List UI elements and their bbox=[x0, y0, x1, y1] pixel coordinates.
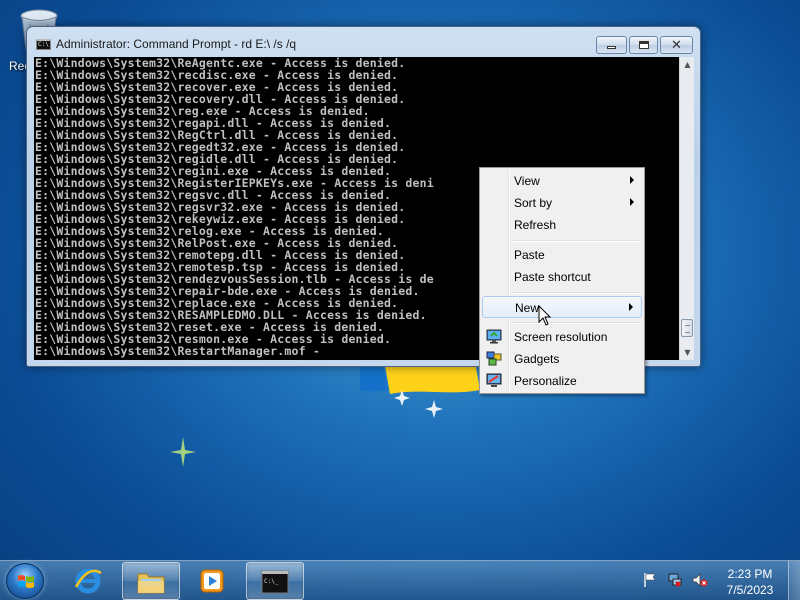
menu-item-label: Refresh bbox=[514, 218, 557, 232]
menu-item-label: Screen resolution bbox=[514, 330, 608, 344]
menu-item-label: Sort by bbox=[514, 196, 553, 210]
close-icon: ✕ bbox=[671, 37, 682, 53]
window-title: Administrator: Command Prompt - rd E:\ /… bbox=[56, 37, 297, 51]
menu-item-label: View bbox=[514, 174, 540, 188]
minimize-button[interactable] bbox=[596, 36, 627, 54]
window-titlebar[interactable]: C:\ Administrator: Command Prompt - rd E… bbox=[27, 27, 700, 57]
maximize-icon bbox=[638, 41, 649, 49]
screen-resolution-icon bbox=[486, 329, 502, 344]
start-button[interactable] bbox=[6, 563, 44, 599]
mouse-pointer-icon bbox=[538, 305, 552, 326]
menu-item-label: Personalize bbox=[514, 374, 577, 388]
taskbar-media-player[interactable] bbox=[184, 562, 242, 600]
maximize-button[interactable] bbox=[629, 36, 658, 54]
menu-item-new[interactable]: New bbox=[482, 296, 642, 318]
scrollbar-thumb[interactable] bbox=[681, 319, 693, 337]
clock-date: 7/5/2023 bbox=[726, 583, 774, 597]
sparkle-icon bbox=[170, 437, 196, 467]
menu-item-label: New bbox=[515, 301, 540, 315]
close-button[interactable]: ✕ bbox=[660, 36, 693, 54]
menu-separator bbox=[511, 240, 641, 242]
menu-item-screen-resolution[interactable]: Screen resolution bbox=[482, 326, 642, 348]
gadgets-icon bbox=[486, 351, 502, 366]
command-prompt-icon: C:\_ bbox=[261, 570, 289, 594]
media-player-icon bbox=[200, 569, 224, 593]
taskbar-windows-explorer[interactable] bbox=[122, 562, 180, 600]
menu-item-label: Paste bbox=[514, 248, 545, 262]
menu-item-gadgets[interactable]: Gadgets bbox=[482, 348, 642, 370]
menu-item-paste-shortcut[interactable]: Paste shortcut bbox=[482, 266, 642, 288]
clock-time: 2:23 PM bbox=[727, 567, 773, 581]
internet-explorer-icon bbox=[74, 568, 102, 594]
scroll-down-arrow-icon[interactable]: ▼ bbox=[680, 345, 695, 360]
menu-item-paste[interactable]: Paste bbox=[482, 244, 642, 266]
menu-item-label: Paste shortcut bbox=[514, 270, 591, 284]
notification-area bbox=[640, 572, 710, 590]
network-icon[interactable] bbox=[667, 572, 683, 588]
system-clock[interactable]: 2:23 PM 7/5/2023 bbox=[714, 566, 786, 598]
menu-separator bbox=[511, 292, 641, 294]
menu-item-label: Gadgets bbox=[514, 352, 560, 366]
menu-item-refresh[interactable]: Refresh bbox=[482, 214, 642, 236]
windows-explorer-icon bbox=[137, 573, 165, 594]
vertical-scrollbar[interactable]: ▲ ▼ bbox=[679, 57, 694, 360]
menu-item-sort-by[interactable]: Sort by bbox=[482, 192, 642, 214]
desktop-context-menu: View Sort by Refresh Paste Paste shortcu… bbox=[479, 167, 645, 394]
submenu-arrow-icon bbox=[629, 303, 633, 311]
taskbar: C:\_ 2:23 PM 7/5/2023 bbox=[0, 560, 800, 600]
taskbar-internet-explorer[interactable] bbox=[60, 562, 118, 600]
submenu-arrow-icon bbox=[630, 198, 634, 206]
taskbar-command-prompt[interactable]: C:\_ bbox=[246, 562, 304, 600]
personalize-icon bbox=[486, 373, 502, 387]
menu-item-view[interactable]: View bbox=[482, 170, 642, 192]
menu-item-personalize[interactable]: Personalize bbox=[482, 370, 642, 392]
submenu-arrow-icon bbox=[630, 176, 634, 184]
volume-muted-icon[interactable] bbox=[692, 572, 708, 588]
scroll-up-arrow-icon[interactable]: ▲ bbox=[680, 57, 695, 72]
show-desktop-button[interactable] bbox=[788, 561, 800, 600]
action-center-flag-icon[interactable] bbox=[642, 572, 658, 588]
menu-separator bbox=[511, 322, 641, 324]
command-prompt-icon[interactable]: C:\ bbox=[36, 39, 51, 50]
minimize-icon bbox=[607, 45, 616, 49]
windows-flag-icon bbox=[18, 575, 34, 588]
svg-text:C:\_: C:\_ bbox=[264, 578, 279, 585]
